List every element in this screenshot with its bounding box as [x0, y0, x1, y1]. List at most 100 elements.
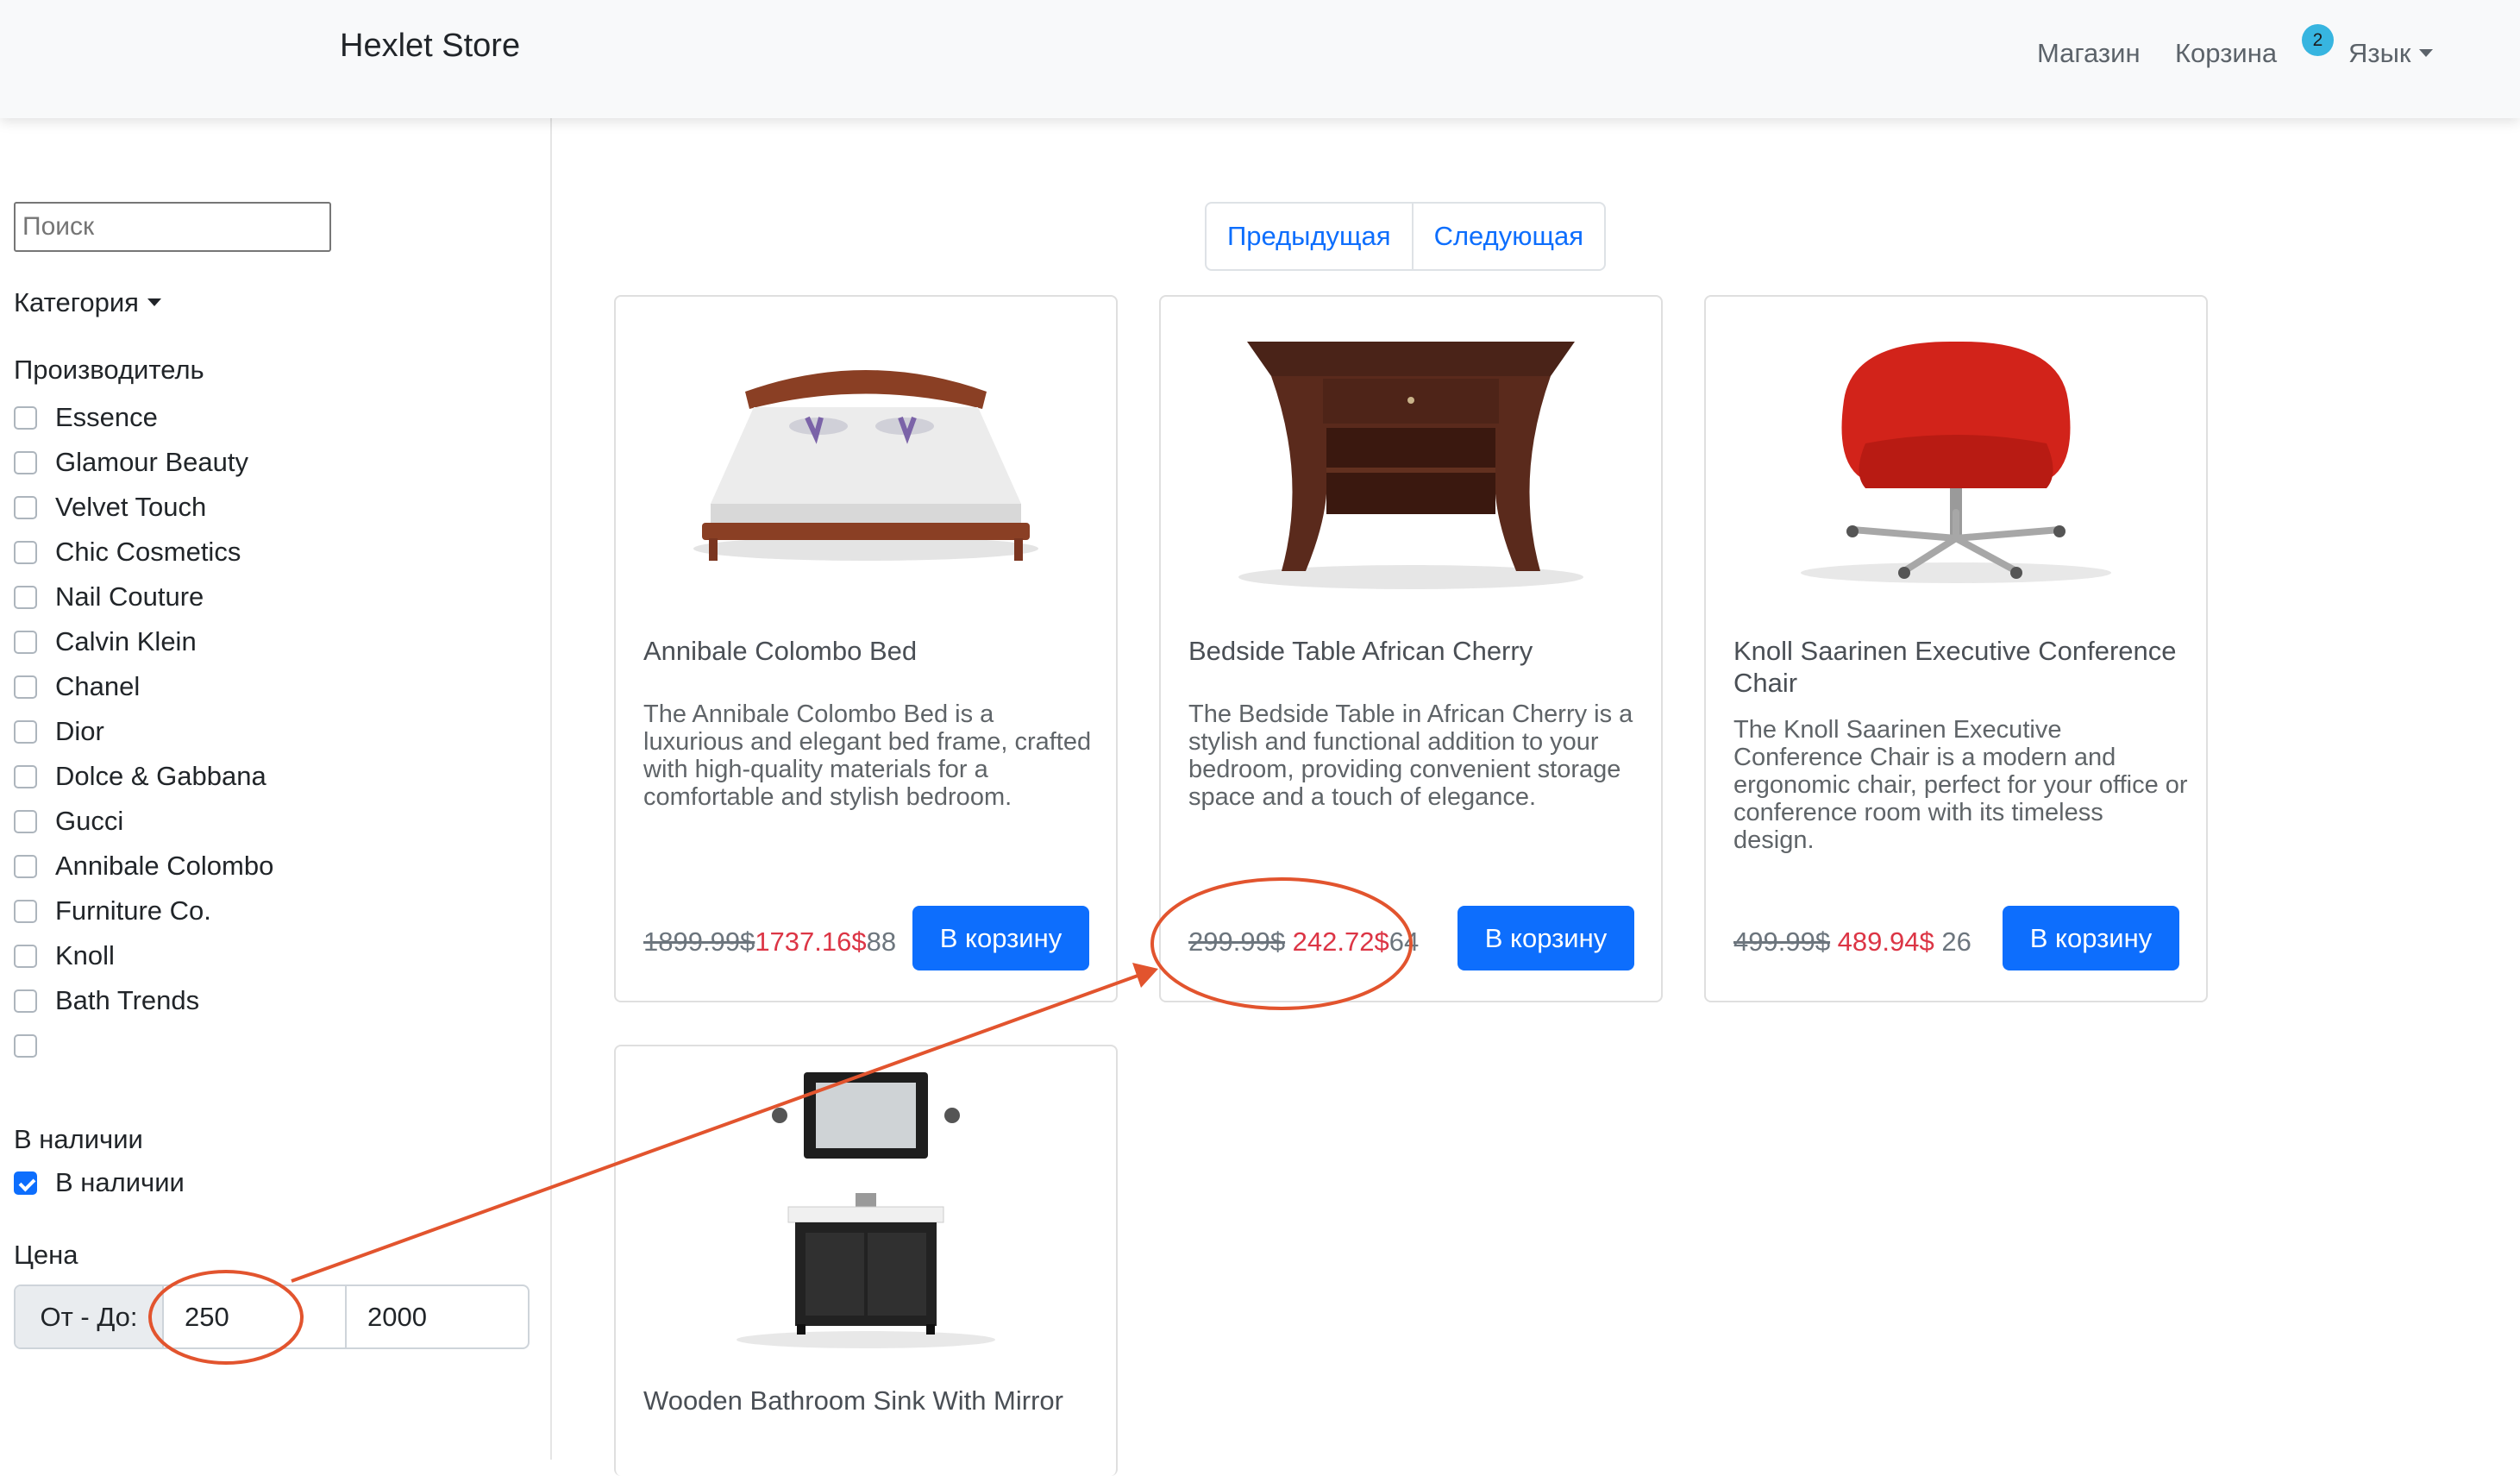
manufacturer-item[interactable]: Dolce & Gabbana [14, 754, 273, 799]
manufacturer-item[interactable]: Nail Couture [14, 575, 273, 619]
category-dropdown[interactable]: Категория [14, 287, 161, 318]
manufacturer-item[interactable]: Chanel [14, 664, 273, 709]
availability-checkbox[interactable] [14, 1171, 37, 1195]
add-to-cart-button[interactable]: В корзину [1457, 906, 1634, 970]
manufacturer-label: Velvet Touch [55, 492, 207, 522]
sale-price: 242.72$ [1285, 926, 1389, 957]
manufacturer-label: Knoll [55, 940, 115, 970]
brand-logo[interactable]: Hexlet Store [340, 28, 520, 65]
old-price: 499.99$ [1733, 926, 1831, 957]
manufacturer-label: Chic Cosmetics [55, 537, 241, 567]
availability-filter[interactable]: В наличии [14, 1160, 185, 1205]
price-max-input[interactable]: 2000 [345, 1286, 528, 1347]
old-price: 1899.99$ [643, 926, 755, 957]
manufacturer-checkbox[interactable] [14, 585, 37, 609]
manufacturer-item[interactable]: Velvet Touch [14, 485, 273, 530]
manufacturer-item[interactable]: Dior [14, 709, 273, 754]
sale-price: 1737.16$ [755, 926, 867, 957]
manufacturer-checkbox[interactable] [14, 854, 37, 878]
prev-page-button[interactable]: Предыдущая [1207, 204, 1412, 269]
manufacturer-item[interactable] [14, 1023, 273, 1068]
price-range-group: От - До: 250 2000 [14, 1284, 530, 1349]
product-title[interactable]: Knoll Saarinen Executive Conference Chai… [1733, 635, 2199, 699]
price-row: 499.99$ 489.94$ 26 [1733, 926, 1971, 958]
add-to-cart-button[interactable]: В корзину [912, 906, 1089, 970]
price-row: 299.99$ 242.72$64 [1188, 926, 1419, 958]
product-title[interactable]: Bedside Table African Cherry [1188, 635, 1654, 667]
manufacturer-label: Essence [55, 402, 158, 432]
stock-count: 64 [1389, 926, 1420, 957]
product-card: Annibale Colombo Bed The Annibale Colomb… [614, 295, 1118, 1002]
language-dropdown[interactable]: Язык [2348, 38, 2434, 69]
manufacturer-item[interactable]: Essence [14, 395, 273, 440]
bathroom-sink-image [737, 1072, 995, 1348]
manufacturer-checkbox[interactable] [14, 944, 37, 968]
search-input[interactable] [14, 202, 331, 252]
manufacturer-checkbox[interactable] [14, 764, 37, 788]
product-title[interactable]: Annibale Colombo Bed [643, 635, 1109, 667]
availability-title: В наличии [14, 1124, 143, 1154]
bedside-table-image [1238, 342, 1583, 589]
manufacturer-label: Chanel [55, 671, 141, 701]
add-to-cart-button[interactable]: В корзину [2003, 906, 2179, 970]
manufacturer-label: Furniture Co. [55, 895, 211, 926]
navbar: Hexlet Store Магазин Корзина 2 Язык [0, 0, 2520, 118]
price-title: Цена [14, 1240, 78, 1270]
cart-count-badge: 2 [2302, 24, 2334, 56]
product-description: The Bedside Table in African Cherry is a… [1188, 700, 1633, 811]
chevron-down-icon [2419, 49, 2434, 57]
manufacturer-label: Gucci [55, 806, 124, 836]
manufacturer-checkbox[interactable] [14, 450, 37, 474]
manufacturer-checkbox[interactable] [14, 630, 37, 654]
stock-count: 26 [1934, 926, 1971, 957]
sale-price: 489.94$ [1830, 926, 1934, 957]
next-page-button[interactable]: Следующая [1411, 204, 1604, 269]
price-min-input[interactable]: 250 [164, 1286, 345, 1347]
bed-image [693, 370, 1038, 561]
product-description: The Knoll Saarinen Executive Conference … [1733, 716, 2188, 854]
manufacturer-label: Nail Couture [55, 581, 204, 612]
manufacturer-checkbox[interactable] [14, 989, 37, 1013]
old-price: 299.99$ [1188, 926, 1286, 957]
manufacturer-label: Dolce & Gabbana [55, 761, 266, 791]
manufacturer-item[interactable]: Chic Cosmetics [14, 530, 273, 575]
manufacturer-item[interactable]: Glamour Beauty [14, 440, 273, 485]
availability-label: В наличии [55, 1167, 185, 1197]
price-range-label: От - До: [16, 1286, 164, 1347]
manufacturer-item[interactable]: Annibale Colombo [14, 844, 273, 889]
price-row: 1899.99$1737.16$88 [643, 926, 896, 958]
manufacturer-item[interactable]: Calvin Klein [14, 619, 273, 664]
manufacturer-checkbox[interactable] [14, 719, 37, 744]
language-label: Язык [2348, 38, 2411, 68]
manufacturer-item[interactable]: Bath Trends [14, 978, 273, 1023]
product-card: Bedside Table African Cherry The Bedside… [1159, 295, 1663, 1002]
manufacturer-item[interactable]: Knoll [14, 933, 273, 978]
product-title[interactable]: Wooden Bathroom Sink With Mirror [643, 1385, 1109, 1416]
nav-shop-link[interactable]: Магазин [2037, 38, 2141, 69]
pagination: Предыдущая Следующая [1205, 202, 1606, 271]
manufacturer-label: Annibale Colombo [55, 851, 274, 881]
manufacturer-item[interactable]: Furniture Co. [14, 889, 273, 933]
manufacturer-checkbox[interactable] [14, 540, 37, 564]
manufacturer-checkbox[interactable] [14, 495, 37, 519]
manufacturer-checkbox[interactable] [14, 675, 37, 699]
office-chair-image [1801, 341, 2111, 583]
stock-count: 88 [866, 926, 897, 957]
category-label: Категория [14, 287, 139, 317]
manufacturer-checkbox[interactable] [14, 899, 37, 923]
manufacturer-item[interactable]: Gucci [14, 799, 273, 844]
product-card: Wooden Bathroom Sink With Mirror [614, 1045, 1118, 1476]
manufacturer-checkbox[interactable] [14, 809, 37, 833]
manufacturer-checkbox[interactable] [14, 1033, 37, 1058]
manufacturer-checkbox[interactable] [14, 405, 37, 430]
manufacturer-label: Calvin Klein [55, 626, 197, 656]
chevron-down-icon [147, 298, 161, 306]
product-description: The Annibale Colombo Bed is a luxurious … [643, 700, 1092, 811]
manufacturer-list: Essence Glamour Beauty Velvet Touch Chic… [14, 395, 273, 1068]
manufacturer-label: Bath Trends [55, 985, 200, 1015]
manufacturer-label: Glamour Beauty [55, 447, 248, 477]
manufacturer-title: Производитель [14, 355, 204, 385]
manufacturer-label: Dior [55, 716, 104, 746]
arrowhead-icon [1132, 963, 1158, 988]
nav-cart-link[interactable]: Корзина [2175, 38, 2277, 69]
